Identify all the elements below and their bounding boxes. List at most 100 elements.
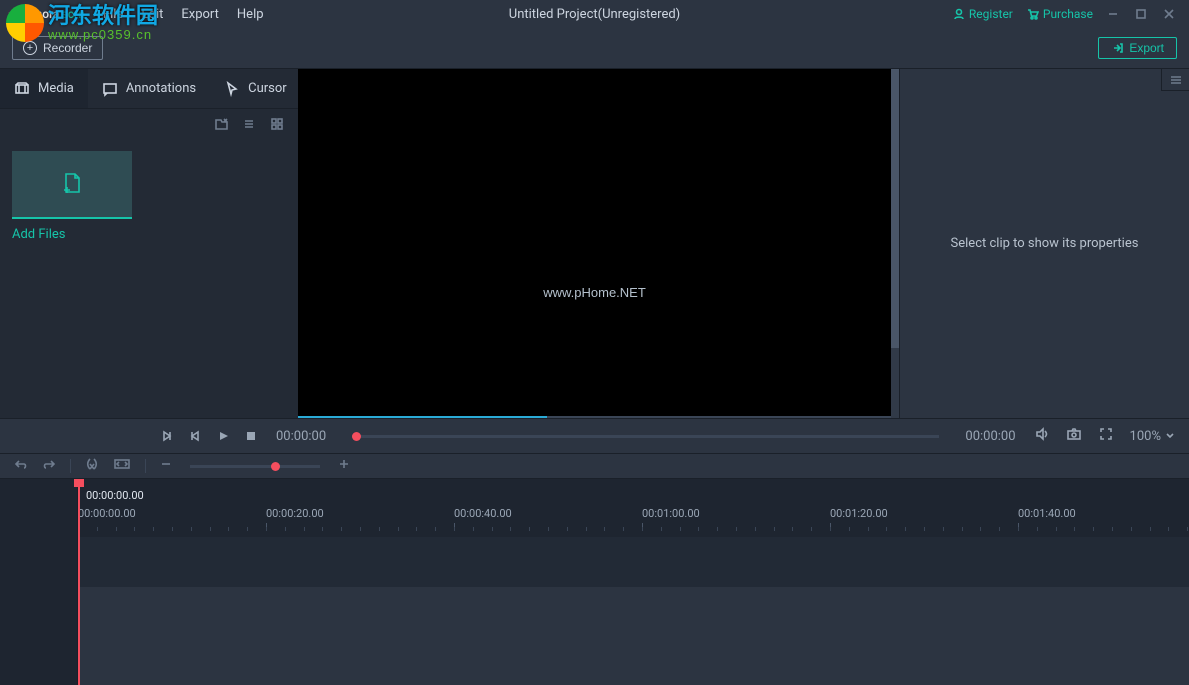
ruler-minor-tick	[1150, 527, 1151, 531]
maximize-button[interactable]	[1135, 8, 1149, 20]
ruler-minor-tick	[435, 527, 436, 531]
ruler-minor-tick	[905, 527, 906, 531]
ruler-minor-tick	[285, 527, 286, 531]
ruler-minor-tick	[1074, 527, 1075, 531]
ruler-minor-tick	[717, 527, 718, 531]
stop-button[interactable]	[244, 429, 258, 443]
ruler-minor-tick	[924, 527, 925, 531]
playback-scrubber[interactable]	[352, 435, 939, 438]
split-button[interactable]	[85, 457, 99, 475]
recorder-button[interactable]: + Recorder	[12, 36, 103, 60]
tab-media-label: Media	[38, 81, 74, 96]
tab-annotations[interactable]: Annotations	[88, 69, 210, 108]
zoom-selector[interactable]: 100%	[1130, 429, 1175, 444]
zoom-out-button[interactable]	[160, 458, 172, 474]
properties-menu-button[interactable]	[1161, 69, 1189, 91]
ruler-minor-tick	[1112, 527, 1113, 531]
brand-logo-icon: ✦	[8, 6, 20, 22]
fullscreen-button[interactable]	[1098, 426, 1114, 446]
cart-icon	[1027, 8, 1039, 20]
ruler-minor-tick	[153, 527, 154, 531]
ruler-tick: 00:00:40.00	[454, 507, 512, 520]
ruler-minor-tick	[1018, 527, 1019, 531]
ruler-minor-tick	[416, 527, 417, 531]
annotation-icon	[102, 81, 118, 97]
ruler-minor-tick	[247, 527, 248, 531]
properties-placeholder: Select clip to show its properties	[931, 236, 1159, 251]
menu-file[interactable]: File	[103, 7, 123, 22]
chevron-down-icon	[1165, 431, 1175, 441]
menubar: ✦ filmora scrn File Edit Export Help Unt…	[0, 0, 1189, 28]
tab-media[interactable]: Media	[0, 69, 88, 108]
view-grid-icon[interactable]	[270, 117, 284, 135]
menu-export[interactable]: Export	[181, 7, 219, 22]
divider	[70, 459, 71, 473]
ruler-minor-tick	[116, 527, 117, 531]
ruler-minor-tick	[792, 527, 793, 531]
register-link[interactable]: Register	[953, 7, 1013, 21]
ruler-minor-tick	[134, 527, 135, 531]
ruler-minor-tick	[604, 527, 605, 531]
register-label: Register	[969, 7, 1013, 21]
preview-viewport[interactable]: www.pHome.NET	[298, 69, 891, 418]
view-list-icon[interactable]	[242, 117, 256, 135]
close-button[interactable]	[1163, 8, 1177, 20]
ruler-minor-tick	[680, 527, 681, 531]
preview-progress-track[interactable]	[298, 416, 891, 418]
purchase-label: Purchase	[1043, 7, 1093, 21]
ruler-minor-tick	[830, 527, 831, 531]
ruler-minor-tick	[322, 527, 323, 531]
track-labels-column	[0, 479, 78, 685]
add-files-caption: Add Files	[12, 227, 286, 242]
add-files-tile[interactable]	[12, 151, 132, 219]
ruler-tick: 00:01:40.00	[1018, 507, 1076, 520]
ruler-minor-tick	[567, 527, 568, 531]
workspace: Media Annotations Cursor	[0, 68, 1189, 418]
next-frame-button[interactable]	[188, 429, 202, 443]
export-button[interactable]: Export	[1098, 37, 1177, 59]
prev-frame-button[interactable]	[160, 429, 174, 443]
menu-help[interactable]: Help	[237, 7, 264, 22]
snapshot-button[interactable]	[1066, 426, 1082, 446]
ruler-minor-tick	[210, 527, 211, 531]
playhead[interactable]	[78, 479, 80, 685]
ruler-minor-tick	[1187, 527, 1188, 531]
purchase-link[interactable]: Purchase	[1027, 7, 1093, 21]
preview-scroll-thumb[interactable]	[891, 69, 899, 348]
zoom-value: 100%	[1130, 429, 1161, 444]
timeline-zoom-thumb[interactable]	[271, 462, 280, 471]
tab-cursor[interactable]: Cursor	[210, 69, 301, 108]
export-icon	[1111, 42, 1123, 54]
ruler-minor-tick	[1093, 527, 1094, 531]
ruler-tick: 00:01:20.00	[830, 507, 888, 520]
zoom-in-button[interactable]	[338, 458, 350, 474]
playback-scrubber-thumb[interactable]	[352, 432, 361, 441]
tab-annotations-label: Annotations	[126, 81, 196, 96]
timeline-ruler[interactable]: 00:00:00.00 00:00:20.00 00:00:40.00 00:0…	[78, 507, 1189, 531]
fit-zoom-button[interactable]	[113, 457, 131, 475]
ruler-minor-tick	[980, 527, 981, 531]
volume-button[interactable]	[1034, 426, 1050, 446]
redo-button[interactable]	[42, 457, 56, 475]
ruler-minor-tick	[228, 527, 229, 531]
user-icon	[953, 8, 965, 20]
preview-panel: www.pHome.NET	[298, 69, 899, 418]
ruler-minor-tick	[510, 527, 511, 531]
cursor-icon	[224, 81, 240, 97]
preview-scrollbar[interactable]	[891, 69, 899, 418]
timeline-empty-area	[78, 587, 1189, 685]
export-label: Export	[1129, 41, 1164, 55]
divider	[145, 459, 146, 473]
import-folder-icon[interactable]	[214, 117, 228, 135]
play-button[interactable]	[216, 429, 230, 443]
undo-button[interactable]	[14, 457, 28, 475]
ruler-minor-tick	[398, 527, 399, 531]
timeline-track[interactable]	[78, 537, 1189, 587]
ruler-minor-tick	[548, 527, 549, 531]
ruler-minor-tick	[886, 527, 887, 531]
timeline-zoom-slider[interactable]	[190, 465, 320, 468]
ruler-minor-tick	[529, 527, 530, 531]
playback-bar: 00:00:00 00:00:00 100%	[0, 418, 1189, 454]
menu-edit[interactable]: Edit	[141, 7, 163, 22]
minimize-button[interactable]	[1107, 8, 1121, 20]
